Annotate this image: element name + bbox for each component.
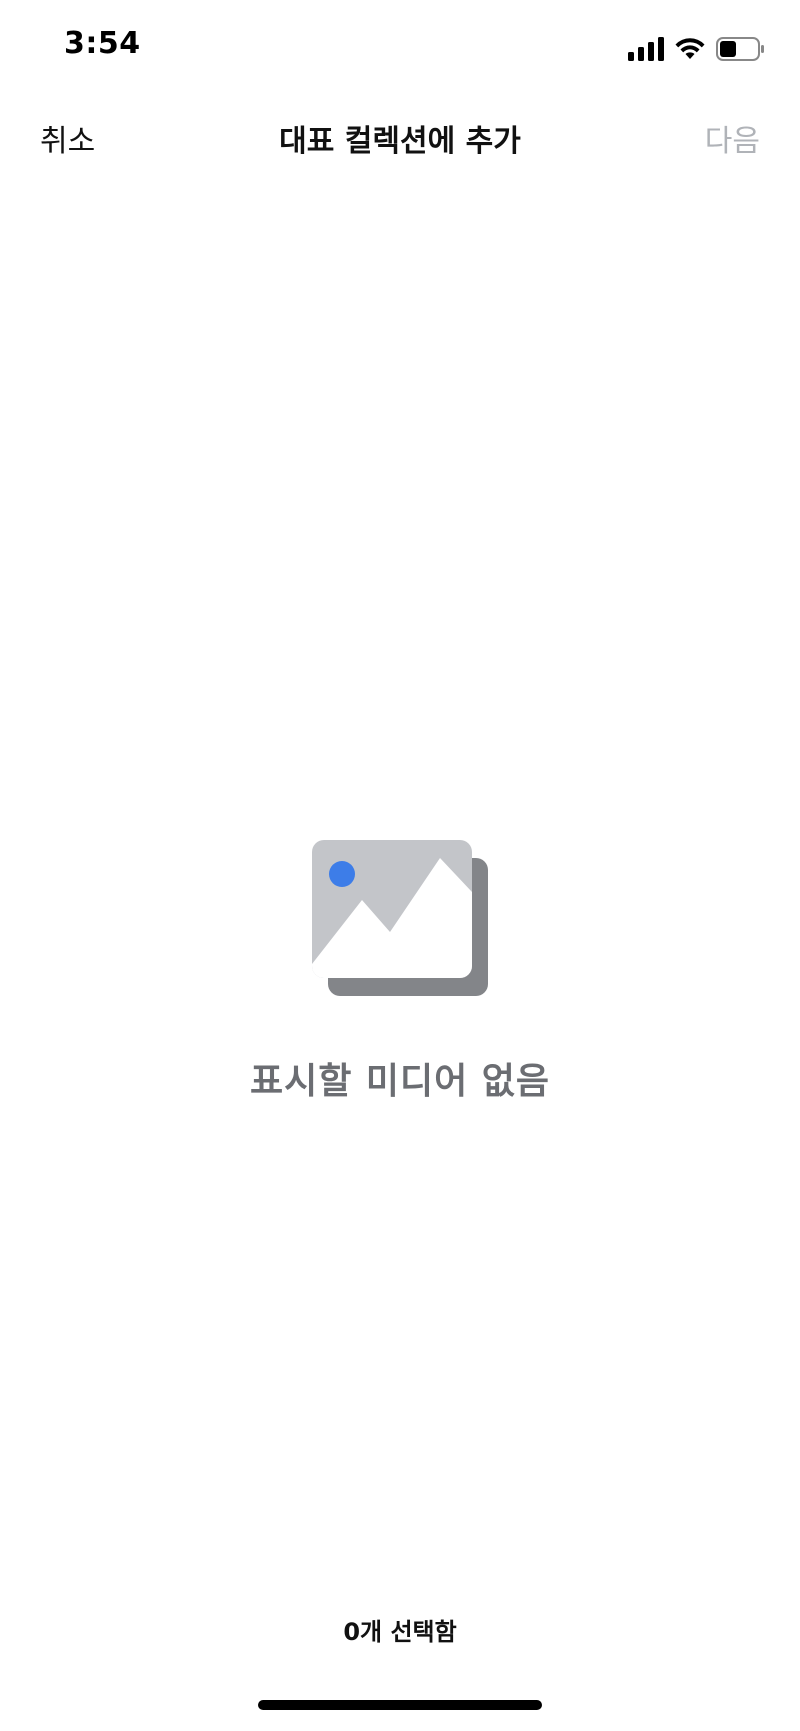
cancel-button[interactable]: 취소: [40, 116, 95, 160]
next-button[interactable]: 다음: [705, 116, 760, 160]
status-bar: 3:54: [0, 0, 800, 96]
page-title: 대표 컬렉션에 추가: [279, 124, 521, 159]
selected-count: 0개 선택함: [343, 1618, 457, 1646]
signal-icon: [628, 37, 664, 61]
battery-icon: [716, 37, 764, 61]
status-icons: [628, 34, 766, 64]
wifi-icon: [675, 38, 705, 59]
home-indicator[interactable]: [258, 1700, 542, 1710]
empty-message: 표시할 미디어 없음: [249, 1061, 551, 1102]
no-media-icon: [312, 840, 488, 996]
nav-header: 취소 대표 컬렉션에 추가 다음: [0, 104, 800, 168]
empty-state: 표시할 미디어 없음: [0, 840, 800, 1104]
status-time: 3:54: [64, 26, 141, 61]
